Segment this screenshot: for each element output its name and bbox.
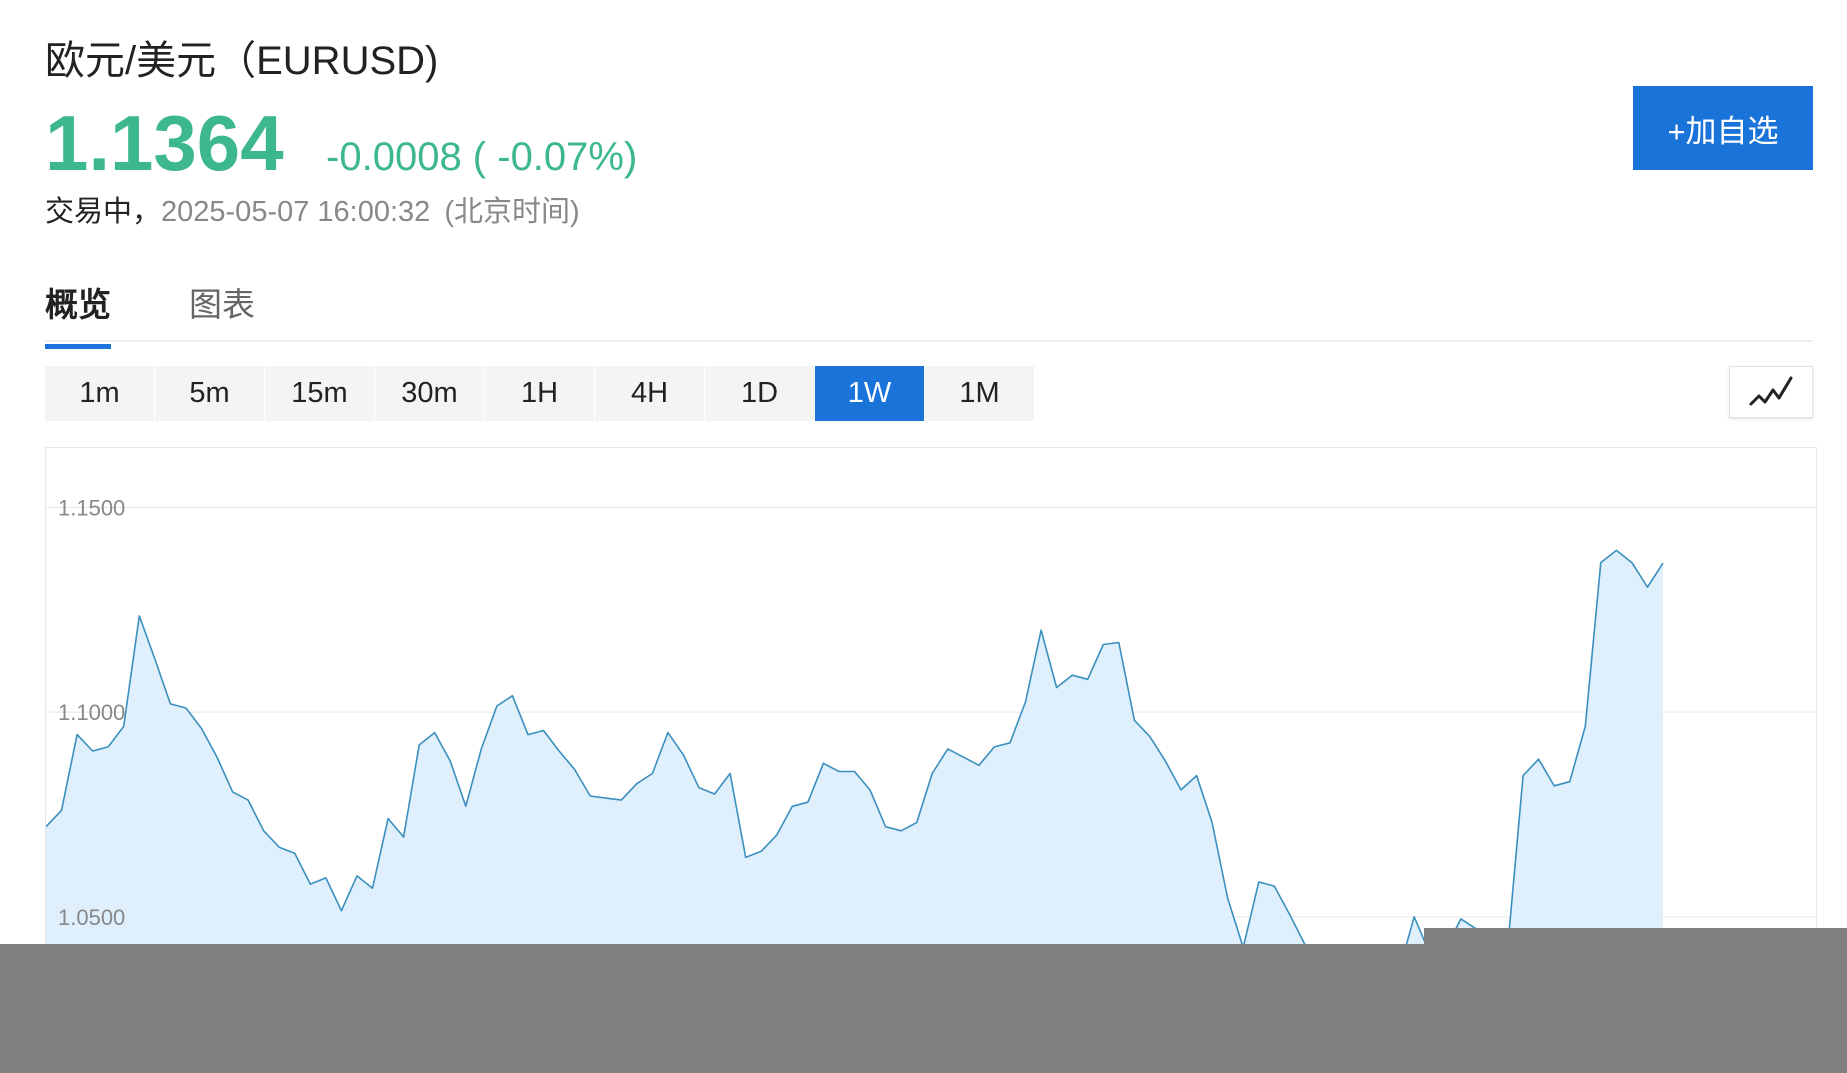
price-row: 1.1364 -0.0008 ( -0.07%) bbox=[45, 98, 637, 189]
current-price: 1.1364 bbox=[45, 99, 284, 187]
price-chart: 1.1500 1.1000 1.0500 bbox=[45, 447, 1817, 967]
y-tick-label: 1.1000 bbox=[58, 700, 125, 725]
period-1h[interactable]: 1H bbox=[485, 366, 595, 421]
period-5m[interactable]: 5m bbox=[155, 366, 265, 421]
period-4h[interactable]: 4H bbox=[595, 366, 705, 421]
timezone-label: (北京时间) bbox=[444, 196, 580, 228]
y-tick-label: 1.0500 bbox=[58, 905, 125, 930]
add-to-watchlist-button[interactable]: +加自选 bbox=[1633, 86, 1813, 170]
overlay-bottom bbox=[0, 944, 1847, 1073]
trading-status: 交易中， bbox=[45, 196, 162, 228]
price-area bbox=[46, 550, 1663, 966]
chart-type-button[interactable] bbox=[1729, 366, 1813, 418]
period-1w[interactable]: 1W bbox=[815, 366, 925, 421]
period-1m[interactable]: 1m bbox=[45, 366, 155, 421]
line-chart-icon bbox=[1749, 376, 1793, 406]
price-change: -0.0008 ( -0.07%) bbox=[326, 135, 638, 179]
tab-overview[interactable]: 概览 bbox=[45, 278, 111, 349]
y-tick-label: 1.1500 bbox=[58, 495, 125, 520]
quote-time: 2025-05-07 16:00:32 bbox=[161, 196, 431, 228]
period-1d[interactable]: 1D bbox=[705, 366, 815, 421]
period-30m[interactable]: 30m bbox=[375, 366, 485, 421]
page-title: 欧元/美元（EURUSD) bbox=[45, 39, 439, 83]
status-row: 交易中，2025-05-07 16:00:32 (北京时间) bbox=[45, 188, 580, 230]
period-1mo[interactable]: 1M bbox=[925, 366, 1035, 421]
period-15m[interactable]: 15m bbox=[265, 366, 375, 421]
tab-chart[interactable]: 图表 bbox=[189, 278, 255, 344]
tab-bar: 概览 图表 bbox=[45, 270, 1813, 349]
period-selector: 1m 5m 15m 30m 1H 4H 1D 1W 1M bbox=[45, 366, 1035, 421]
price-chart-svg: 1.1500 1.1000 1.0500 bbox=[46, 495, 1816, 966]
